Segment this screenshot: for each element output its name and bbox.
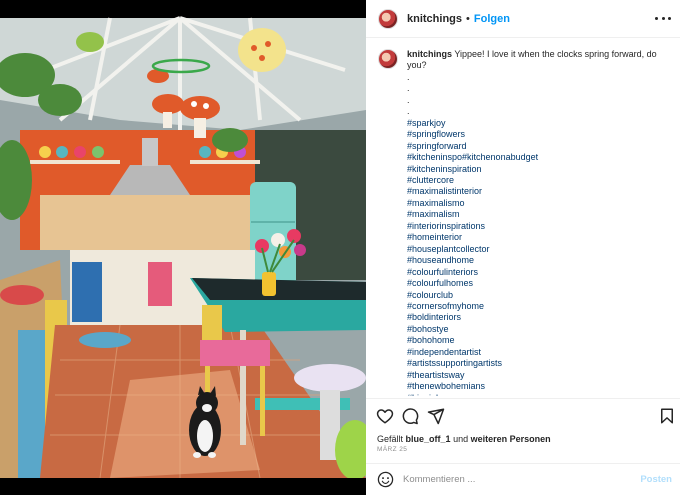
caption-dot-line: . xyxy=(407,83,410,94)
likes-prefix: Gefällt xyxy=(377,434,404,444)
header-separator: • xyxy=(466,12,470,25)
post-date[interactable]: MÄRZ 25 xyxy=(377,446,407,453)
hashtag-link[interactable]: #cornersofmyhome xyxy=(407,301,669,312)
hashtag-link[interactable]: #theartistsway xyxy=(407,370,669,381)
more-horizontal-icon[interactable] xyxy=(655,11,671,25)
comment-input[interactable] xyxy=(403,474,623,485)
hashtag-link[interactable]: #colourfulhomes xyxy=(407,278,669,289)
hashtag-link[interactable]: #hippiehouse xyxy=(407,393,669,396)
post-header: knitchings • Folgen xyxy=(366,0,680,38)
emoji-icon[interactable] xyxy=(377,471,394,488)
hashtag-link[interactable]: #kitcheninspiration xyxy=(407,164,669,175)
hashtag-link[interactable]: #colourclub xyxy=(407,290,669,301)
hashtag-link[interactable]: #houseandhome xyxy=(407,255,669,266)
comment-icon[interactable] xyxy=(401,407,419,425)
hashtag-link[interactable]: #kitcheninspo#kitchenonabudget xyxy=(407,152,669,163)
post-comment-button[interactable]: Posten xyxy=(640,474,672,485)
caption-row: knitchings Yippee! I love it when the cl… xyxy=(378,49,670,396)
hashtag-link[interactable]: #cluttercore xyxy=(407,175,669,186)
author-username[interactable]: knitchings xyxy=(407,13,462,25)
caption-dot-line: . xyxy=(407,71,410,82)
hashtag-link[interactable]: #bohostye xyxy=(407,324,669,335)
hashtag-link[interactable]: #artistssupportingartists xyxy=(407,358,669,369)
hashtag-link[interactable]: #springflowers xyxy=(407,129,669,140)
hashtag-link[interactable]: #maximalism xyxy=(407,209,669,220)
bookmark-icon[interactable] xyxy=(658,407,676,425)
hashtag-link[interactable]: #maximalistinterior xyxy=(407,186,669,197)
hashtag-link[interactable]: #bohohome xyxy=(407,335,669,346)
likes-middle: und xyxy=(453,434,469,444)
caption-text: knitchings Yippee! I love it when the cl… xyxy=(407,49,669,396)
comment-bar: Posten xyxy=(366,463,680,495)
caption-username[interactable]: knitchings xyxy=(407,49,452,59)
hashtag-link[interactable]: #springforward xyxy=(407,141,669,152)
caption-section: knitchings Yippee! I love it when the cl… xyxy=(366,39,680,396)
hashtag-list: #sparkjoy #springflowers #springforward #ki… xyxy=(407,118,669,396)
hashtag-link[interactable]: #interiorinspirations xyxy=(407,221,669,232)
caption-dot-lines: .... xyxy=(407,72,669,118)
likes-summary: Gefällt blue_off_1 und weiteren Personen xyxy=(377,434,551,444)
author-avatar[interactable] xyxy=(378,8,398,29)
post-side-panel: knitchings • Folgen knitchings Yippee! I… xyxy=(366,0,680,495)
heart-icon[interactable] xyxy=(376,407,394,425)
caption-dot-line: . xyxy=(407,106,410,117)
kitchen-conservatory-image xyxy=(0,0,366,495)
hashtag-link[interactable]: #independentartist xyxy=(407,347,669,358)
likes-others-link[interactable]: weiteren Personen xyxy=(471,434,551,444)
hashtag-link[interactable]: #maximalismo xyxy=(407,198,669,209)
follow-button[interactable]: Folgen xyxy=(474,13,510,25)
share-icon[interactable] xyxy=(427,407,445,425)
likes-user-link[interactable]: blue_off_1 xyxy=(406,434,451,444)
hashtag-link[interactable]: #boldinteriors xyxy=(407,312,669,323)
hashtag-link[interactable]: #houseplantcollector xyxy=(407,244,669,255)
caption-dot-line: . xyxy=(407,94,410,105)
action-bar xyxy=(366,398,680,428)
hashtag-link[interactable]: #sparkjoy xyxy=(407,118,669,129)
hashtag-link[interactable]: #homeinterior xyxy=(407,232,669,243)
hashtag-link[interactable]: #thenewbohemians xyxy=(407,381,669,392)
post-photo[interactable] xyxy=(0,0,366,495)
hashtag-link[interactable]: #colourfulinteriors xyxy=(407,267,669,278)
caption-author-avatar[interactable] xyxy=(378,49,398,69)
